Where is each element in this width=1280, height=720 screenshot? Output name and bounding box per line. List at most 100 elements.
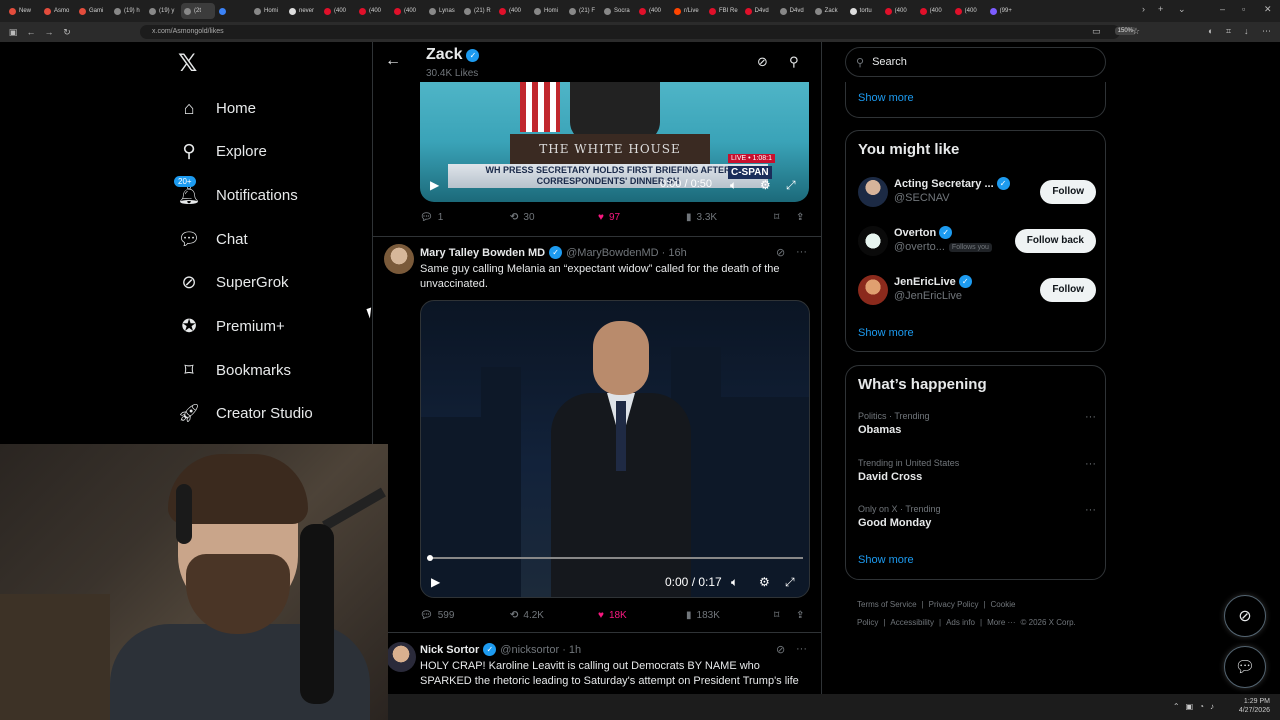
grok-fab[interactable]: ⊘ — [1224, 595, 1266, 637]
browser-tab[interactable]: FBI Re — [706, 3, 741, 19]
profile-icon[interactable]: ◐ — [1208, 26, 1213, 36]
extensions-icon[interactable]: ⌗ — [1226, 26, 1231, 37]
reply-button[interactable]: 💬︎ 599 — [420, 610, 454, 621]
reload-icon[interactable]: ↻ — [58, 27, 76, 38]
trend-item[interactable]: Only on X · Trending Good Monday ··· — [858, 504, 1096, 529]
search-bar[interactable]: ⚲ — [845, 47, 1106, 77]
browser-tab[interactable]: (400 — [391, 3, 425, 19]
author-handle[interactable]: @nicksortor · 1h — [500, 644, 581, 656]
views-button[interactable]: ▮ 183K — [686, 610, 720, 621]
browser-tab[interactable]: tortu — [847, 3, 881, 19]
browser-tab[interactable]: (400 — [321, 3, 355, 19]
more-icon[interactable]: ··· — [1085, 504, 1096, 516]
footer-link[interactable]: Accessibility — [890, 618, 934, 627]
views-button[interactable]: ▮ 3.3K — [686, 212, 717, 223]
browser-tab[interactable]: D4vd — [742, 3, 776, 19]
play-icon[interactable]: ▶ — [430, 178, 439, 192]
nav-item-chat[interactable]: 💬︎ Chat — [178, 224, 248, 254]
browser-tab[interactable]: Lynas — [426, 3, 460, 19]
sidebar-toggle-icon[interactable]: ▣ — [4, 27, 22, 38]
back-arrow-icon[interactable]: ← — [385, 52, 401, 70]
menu-icon[interactable]: ⋯ — [1262, 26, 1271, 37]
new-tab-icon[interactable]: + — [1158, 4, 1163, 14]
browser-tab[interactable]: (19) y — [146, 3, 180, 19]
trend-item[interactable]: Politics · Trending Obamas ··· — [858, 411, 1096, 436]
bookmark-button[interactable]: ⌑ — [774, 610, 779, 621]
browser-tab[interactable]: (400 — [882, 3, 916, 19]
browser-tab[interactable]: (99+ — [987, 3, 1021, 19]
tweet2-video[interactable]: ▶ 0:00 / 0:17 🔈︎ ⚙ ⤢ — [420, 300, 810, 598]
search-input[interactable] — [872, 56, 1073, 68]
forward-nav-icon[interactable]: → — [40, 27, 58, 37]
reader-icon[interactable]: ▭ — [1092, 26, 1101, 37]
grok-icon[interactable]: ⊘ — [776, 246, 785, 259]
author-handle[interactable]: @MaryBowdenMD · 16h — [566, 247, 687, 259]
maximize-icon[interactable]: ▫ — [1242, 4, 1245, 14]
trend-item[interactable]: Trending in United States David Cross ··· — [858, 458, 1096, 483]
account-name[interactable]: Overton — [894, 227, 936, 239]
browser-tab[interactable]: Socra — [601, 3, 635, 19]
avatar[interactable] — [858, 177, 888, 207]
browser-tab[interactable]: never — [286, 3, 320, 19]
more-icon[interactable]: ··· — [796, 246, 807, 258]
volume-icon[interactable]: 🔈︎ — [731, 575, 738, 590]
footer-link[interactable]: Privacy Policy — [929, 600, 979, 609]
nav-item-bookmarks[interactable]: ⌑ Bookmarks — [178, 355, 291, 385]
grok-icon[interactable]: ⊘ — [776, 643, 785, 656]
share-button[interactable]: ⇪ — [796, 610, 804, 621]
follow-button[interactable]: Follow — [1040, 278, 1096, 302]
follow-button[interactable]: Follow back — [1014, 229, 1096, 253]
browser-tab[interactable]: (19) h — [111, 3, 145, 19]
clock[interactable]: 1:29 PM 4/27/2026 — [1239, 697, 1270, 715]
fullscreen-icon[interactable]: ⤢ — [786, 178, 796, 193]
show-more-link[interactable]: Show more — [858, 554, 914, 566]
like-button[interactable]: ♥ 18K — [598, 610, 627, 621]
browser-tab[interactable]: (400 — [496, 3, 530, 19]
tab-list-icon[interactable]: ⌄ — [1178, 4, 1186, 15]
repost-button[interactable]: ⟲ 4.2K — [510, 610, 544, 621]
footer-link[interactable]: More ··· — [987, 618, 1015, 627]
tweet1-video[interactable]: THE WHITE HOUSE WH PRESS SECRETARY HOLDS… — [420, 82, 809, 202]
messages-fab[interactable]: 💬︎ — [1224, 646, 1266, 688]
browser-tab[interactable]: (21) F — [566, 3, 600, 19]
more-icon[interactable]: ··· — [1085, 458, 1096, 470]
settings-icon[interactable]: ⚙ — [759, 575, 770, 589]
close-window-icon[interactable]: ✕ — [1264, 4, 1272, 15]
nav-item-creator-studio[interactable]: 🚀︎ Creator Studio — [178, 399, 313, 429]
repost-button[interactable]: ⟲ 30 — [510, 212, 535, 223]
browser-tab[interactable]: Asmo — [41, 3, 75, 19]
browser-tab[interactable]: New — [6, 3, 40, 19]
reply-button[interactable]: 💬︎ 1 — [420, 212, 443, 223]
browser-tab[interactable]: Zack — [812, 3, 846, 19]
follow-suggestion[interactable]: Overton ✓ @overto... Follows you Follow back — [858, 224, 1096, 258]
browser-tab[interactable]: (400 — [952, 3, 986, 19]
browser-tab[interactable] — [216, 3, 250, 19]
back-nav-icon[interactable]: ← — [22, 27, 40, 37]
account-name[interactable]: Acting Secretary ... — [894, 178, 994, 190]
nav-item-premium[interactable]: ✪ Premium+ — [178, 312, 284, 342]
browser-tab[interactable]: Homi — [531, 3, 565, 19]
avatar[interactable] — [384, 244, 414, 274]
x-logo[interactable]: 𝕏 — [178, 52, 204, 76]
author-name[interactable]: Nick Sortor — [420, 644, 479, 656]
bookmark-button[interactable]: ⌑ — [774, 212, 779, 223]
follow-suggestion[interactable]: JenEricLive ✓ @JenEricLive Follow — [858, 273, 1096, 307]
footer-link[interactable]: Terms of Service — [857, 600, 917, 609]
tab-scroll-icon[interactable]: › — [1142, 4, 1145, 14]
tray-icons[interactable]: ⌃▣◔♪ — [1173, 702, 1220, 711]
browser-tab[interactable]: Homi — [251, 3, 285, 19]
footer-link[interactable]: © 2026 X Corp. — [1021, 618, 1076, 627]
author-name[interactable]: Mary Talley Bowden MD — [420, 247, 545, 259]
footer-link[interactable]: Ads info — [946, 618, 975, 627]
avatar[interactable] — [858, 226, 888, 256]
url-field[interactable]: x.com/Asmongold/likes — [140, 25, 1120, 39]
browser-tab[interactable]: r/Live — [671, 3, 705, 19]
play-icon[interactable]: ▶ — [431, 575, 440, 589]
fullscreen-icon[interactable]: ⤢ — [785, 575, 795, 590]
video-progress-bar[interactable] — [427, 555, 803, 561]
nav-item-explore[interactable]: ⚲ Explore — [178, 137, 266, 167]
follow-button[interactable]: Follow — [1040, 180, 1096, 204]
search-icon[interactable]: ⚲ — [789, 54, 799, 70]
nav-item-supergrok[interactable]: ⊘ SuperGrok — [178, 268, 288, 298]
more-icon[interactable]: ··· — [796, 643, 807, 655]
